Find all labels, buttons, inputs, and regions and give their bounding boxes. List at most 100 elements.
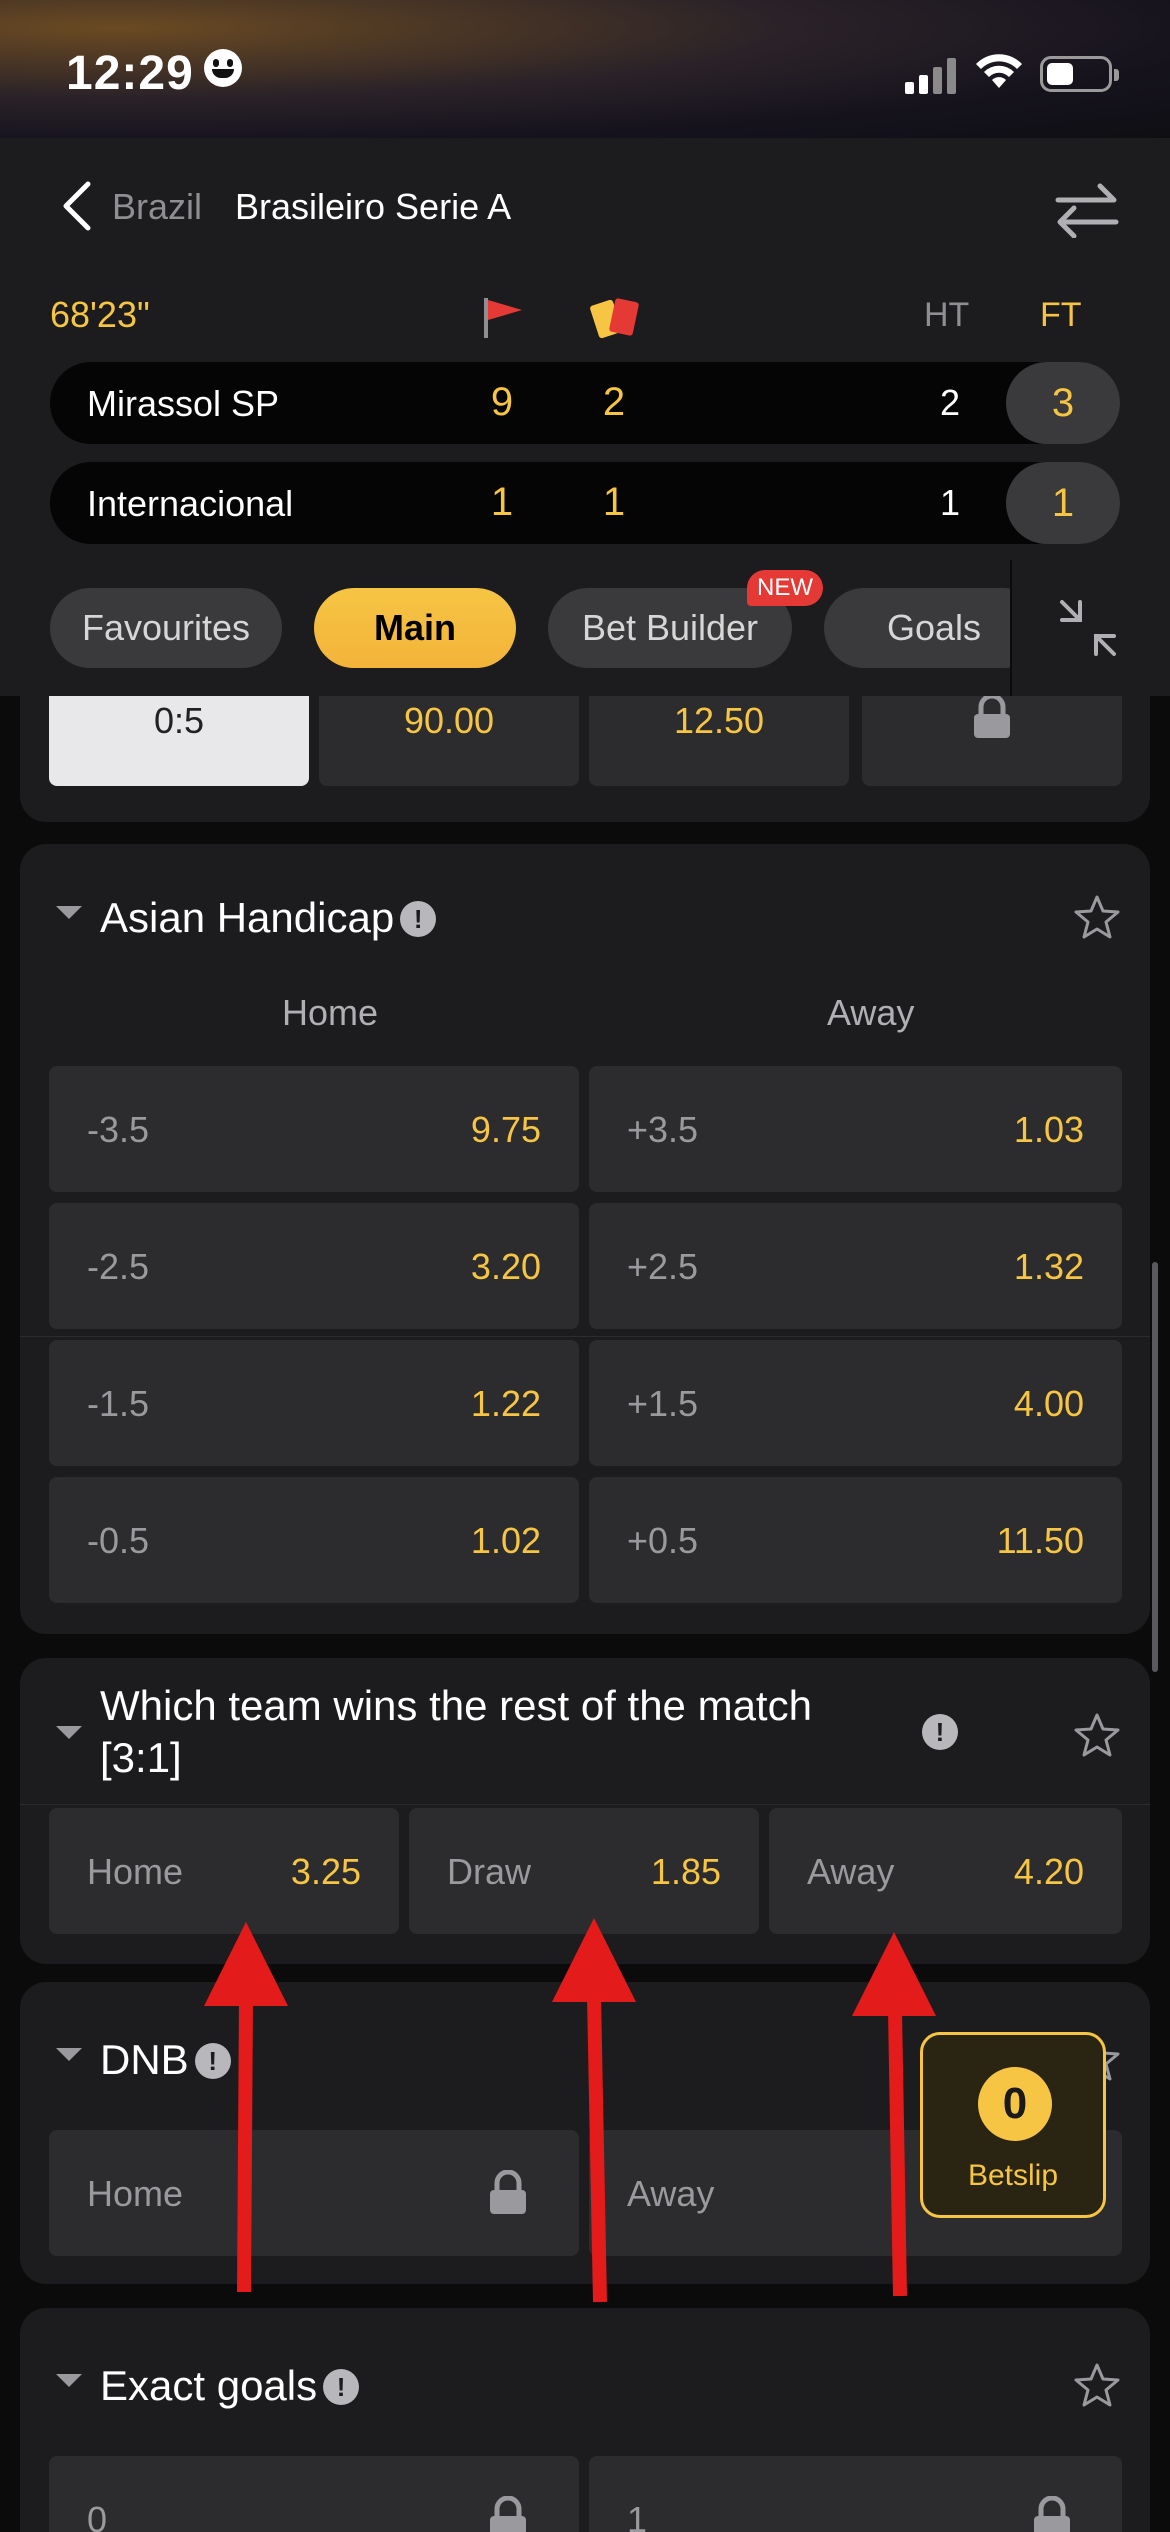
favourite-star-icon[interactable]: [1074, 1712, 1120, 1758]
ht-header: HT: [924, 296, 970, 334]
collapse-caret-icon[interactable]: [56, 906, 82, 919]
favourite-star-icon[interactable]: [1074, 2362, 1120, 2408]
match-clock: 68'23": [50, 294, 150, 335]
match-header: Brazil Brasileiro Serie A: [0, 138, 1170, 274]
ht-score: 2: [939, 382, 961, 423]
collapse-button[interactable]: [1010, 560, 1170, 696]
team-name: Internacional: [87, 483, 294, 524]
odds-value: 11.50: [996, 1520, 1084, 1561]
collapse-caret-icon[interactable]: [56, 1726, 82, 1739]
market-title-line: [3:1]: [100, 1734, 182, 1781]
odds-cell[interactable]: +2.5 1.32: [589, 1203, 1122, 1329]
line-label: -2.5: [87, 1246, 150, 1287]
selection-label: 0:5: [153, 700, 205, 741]
market-title: DNB!: [100, 2036, 231, 2084]
odds-value: 1.22: [470, 1383, 541, 1424]
cards-count: 2: [602, 380, 626, 424]
info-icon[interactable]: !: [194, 2043, 231, 2079]
betslip-label: Betslip: [967, 2159, 1059, 2192]
info-icon[interactable]: !: [400, 901, 437, 937]
odds-cell[interactable]: -3.5 9.75: [49, 1066, 579, 1192]
cards-icon: [590, 298, 639, 339]
odds-value: 1.02: [470, 1520, 541, 1561]
option-label: 1: [627, 2499, 648, 2532]
ft-header: FT: [1040, 296, 1082, 334]
column-header-away: Away: [827, 992, 915, 1033]
locked-cell-home: Home: [49, 2130, 579, 2256]
team-row-away: Internacional 1 1 1 1: [50, 462, 1120, 544]
ft-score: 3: [1006, 362, 1120, 444]
info-icon[interactable]: !: [922, 1714, 958, 1750]
corner-flag-icon: [484, 298, 522, 338]
locked-cell: [862, 696, 1122, 786]
odds-cell[interactable]: -0.5 1.02: [49, 1477, 579, 1603]
cards-count: 1: [602, 480, 626, 524]
collapse-icon: [1060, 600, 1116, 656]
odds-cell[interactable]: 90.00: [319, 696, 579, 786]
odds-cell[interactable]: +0.5 11.50: [589, 1477, 1122, 1603]
scoreboard: 68'23" HT FT Mirassol SP 9 2 2 3 Interna…: [0, 274, 1170, 560]
team-row-home: Mirassol SP 9 2 2 3: [50, 362, 1120, 444]
odds-cell[interactable]: -1.5 1.22: [49, 1340, 579, 1466]
divider: [20, 1804, 1150, 1805]
market-card-rest-of-match: Which team wins the rest of the match [3…: [20, 1658, 1150, 1964]
line-label: +0.5: [627, 1520, 699, 1561]
market-title-line: Which team wins the rest of the match: [100, 1682, 812, 1729]
locked-cell: 1: [589, 2456, 1122, 2532]
odds-value: 9.75: [470, 1109, 541, 1150]
market-tabs: Favourites Main Bet Builder NEW Goals: [0, 560, 1170, 696]
divider: [20, 1336, 1150, 1337]
odds-value: 4.20: [1013, 1851, 1084, 1892]
option-label: Home: [87, 2173, 184, 2214]
cellular-signal-icon: [905, 58, 957, 94]
odds-value: 1.03: [1013, 1109, 1084, 1150]
info-icon[interactable]: !: [323, 2369, 360, 2405]
option-label: 0: [87, 2499, 108, 2532]
tab-main[interactable]: Main: [314, 588, 516, 668]
odds-value: 1.85: [650, 1851, 721, 1892]
odds-value: 3.25: [290, 1851, 361, 1892]
locked-cell: 0: [49, 2456, 579, 2532]
collapse-caret-icon[interactable]: [56, 2374, 82, 2387]
team-name: Mirassol SP: [87, 383, 280, 424]
line-label: +2.5: [627, 1246, 699, 1287]
swap-arrows-icon[interactable]: [1054, 182, 1120, 238]
odds-value: 1.32: [1013, 1246, 1084, 1287]
odds-cell-away[interactable]: Away 4.20: [769, 1808, 1122, 1934]
odds-cell[interactable]: -2.5 3.20: [49, 1203, 579, 1329]
line-label: -0.5: [87, 1520, 150, 1561]
line-label: +1.5: [627, 1383, 699, 1424]
favourite-star-icon[interactable]: [1074, 894, 1120, 940]
odds-cell[interactable]: +3.5 1.03: [589, 1066, 1122, 1192]
new-badge: NEW: [747, 570, 823, 606]
column-header-home: Home: [282, 992, 379, 1033]
tab-favourites[interactable]: Favourites: [50, 588, 282, 668]
line-label: -1.5: [87, 1383, 150, 1424]
odds-cell-selected[interactable]: 0:5: [49, 696, 309, 786]
scrollbar[interactable]: [1152, 1262, 1158, 1672]
status-time: 12:29: [66, 46, 242, 101]
odds-cell-draw[interactable]: Draw 1.85: [409, 1808, 759, 1934]
odds-cell[interactable]: 12.50: [589, 696, 849, 786]
lock-icon: [974, 696, 1010, 738]
option-label: Draw: [447, 1851, 532, 1892]
back-chevron-icon[interactable]: [58, 180, 98, 232]
odds-cell[interactable]: +1.5 4.00: [589, 1340, 1122, 1466]
status-bar: 12:29: [0, 0, 1170, 138]
option-label: Away: [627, 2173, 715, 2214]
market-title: Asian Handicap!: [100, 894, 437, 942]
lock-icon: [490, 2170, 526, 2214]
market-card-asian-handicap: Asian Handicap! Home Away -3.5 9.75 +3.5 1…: [20, 844, 1150, 1634]
league-title: Brasileiro Serie A: [235, 186, 512, 227]
wifi-icon: [976, 54, 1022, 88]
line-label: +3.5: [627, 1109, 699, 1150]
betslip-button[interactable]: 0 Betslip: [920, 2032, 1106, 2218]
odds-value: 4.00: [1013, 1383, 1084, 1424]
odds-cell-home[interactable]: Home 3.25: [49, 1808, 399, 1934]
breadcrumb-country[interactable]: Brazil: [112, 186, 202, 228]
option-label: Home: [87, 1851, 184, 1892]
collapse-caret-icon[interactable]: [56, 2048, 82, 2061]
corners-count: 9: [490, 380, 514, 424]
option-label: Away: [807, 1851, 895, 1892]
market-title: Which team wins the rest of the match [3…: [100, 1680, 920, 1784]
